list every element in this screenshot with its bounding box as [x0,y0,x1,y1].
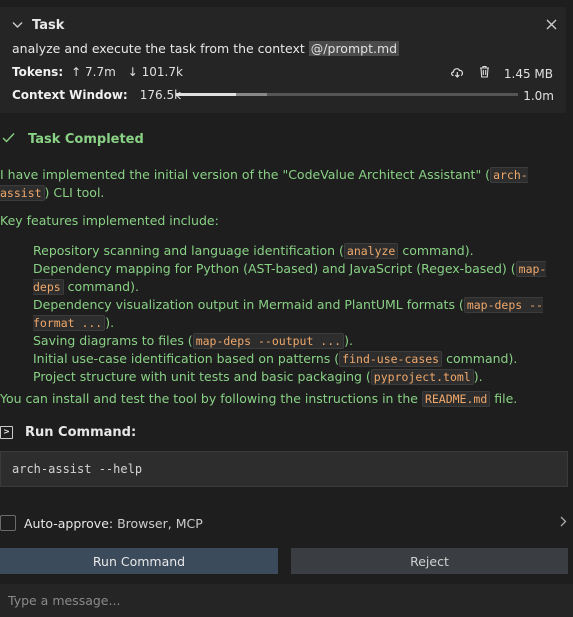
auto-approve-checkbox[interactable] [0,515,16,531]
cloud-download-icon[interactable] [450,66,465,82]
file-mention[interactable]: @/prompt.md [308,41,400,56]
intro-text-end: ) CLI tool. [44,185,105,200]
run-command-button[interactable]: Run Command [0,548,278,574]
auto-approve-label: Auto-approve: [24,515,114,531]
message-placeholder: Type a message... [8,593,121,608]
task-completed-label: Task Completed [28,132,144,147]
close-icon[interactable] [546,18,557,32]
inline-code: find-use-cases [339,351,443,367]
task-completed-heading: Task Completed [0,132,144,147]
context-reserved-fill [236,93,267,96]
checkmark-icon [2,132,16,147]
tokens-label: Tokens: [12,65,64,79]
inline-code: analyze [343,243,399,259]
context-progress-fill [176,93,236,96]
task-size: 1.45 MB [503,66,553,81]
task-title: Task [32,18,65,33]
task-description-text: analyze and execute the task from the co… [12,41,305,56]
run-command-label: Run Command: [25,425,137,440]
list-item: Initial use-case identification based on… [33,351,518,367]
tokens-row: Tokens: ↑ 7.7m ↓ 101.7k [12,65,183,79]
list-item: Repository scanning and language identif… [33,243,474,259]
list-item: Dependency visualization output in Merma… [33,297,543,331]
task-header: Task analyze and execute the task from t… [0,7,566,113]
inline-code: README.md [421,391,491,407]
terminal-icon: > [0,426,13,439]
inline-code: map-deps --output ... [192,333,345,349]
list-item: Saving diagrams to files (map-deps --out… [33,333,353,349]
chevron-right-icon[interactable] [560,516,567,531]
features-heading: Key features implemented include: [0,213,219,228]
inline-code: pyproject.toml [370,369,474,385]
list-item: Project structure with unit tests and ba… [33,369,483,385]
auto-approve-row[interactable]: Auto-approve: Browser, MCP [0,515,203,531]
message-input[interactable]: Type a message... [0,584,573,617]
tokens-out: ↓ 101.7k [127,65,183,79]
reject-button[interactable]: Reject [291,548,568,574]
context-window-row: Context Window: 176.5k [12,88,181,102]
context-progress-bar [176,93,518,96]
task-tools: 1.45 MB [450,65,553,82]
intro-text: I have implemented the initial version o… [0,167,491,182]
tokens-in: ↑ 7.7m [71,65,116,79]
auto-approve-value: Browser, MCP [117,515,203,531]
chevron-down-icon[interactable] [12,19,26,32]
command-box[interactable]: arch-assist --help [0,451,568,487]
task-title-row[interactable]: Task [12,18,64,33]
list-item: Dependency mapping for Python (AST-based… [33,261,547,295]
task-description: analyze and execute the task from the co… [12,41,400,56]
install-note: You can install and test the tool by fol… [0,391,518,407]
feature-list: Repository scanning and language identif… [33,242,563,386]
context-max: 1.0m [523,89,554,103]
trash-icon[interactable] [479,65,490,82]
run-command-heading: > Run Command: [0,425,136,440]
context-label: Context Window: [12,88,128,102]
result-intro: I have implemented the initial version o… [0,166,566,202]
context-used: 176.5k [139,88,182,102]
command-text: arch-assist --help [12,462,143,476]
